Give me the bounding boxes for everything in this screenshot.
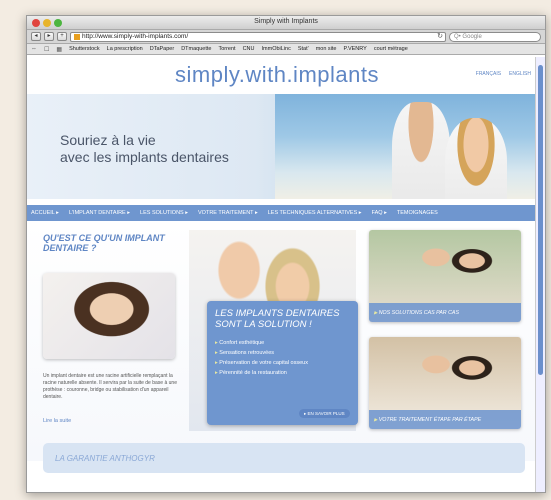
nav-temoignages[interactable]: TEMOIGNAGES — [397, 210, 438, 216]
couple-sofa-image — [409, 240, 499, 298]
main-content: Qu'est ce qu'un implant dentaire ? Un im… — [27, 221, 535, 473]
bookmark-item[interactable]: ImmObiLinc — [262, 46, 291, 52]
bookmark-item[interactable]: mon site — [316, 46, 337, 52]
solutions-card[interactable]: NOS SOLUTIONS CAS PAR CAS — [369, 230, 521, 322]
read-more-link[interactable]: Lire la suite — [43, 418, 71, 424]
bookmark-item[interactable]: P.VENRY — [343, 46, 366, 52]
scrollbar-thumb[interactable] — [538, 65, 543, 375]
solution-title: Les implants dentaires sont la solution … — [215, 308, 340, 330]
lang-english-link[interactable]: ENGLISH — [509, 71, 531, 77]
bookmarks-bar: ⇔ ☐ ▦ Shutterstock La prescription DTaPa… — [27, 44, 545, 55]
consultation-image — [409, 347, 499, 405]
question-text: Un implant dentaire est une racine artif… — [43, 373, 177, 400]
bookmark-item[interactable]: CNU — [243, 46, 255, 52]
treatment-card[interactable]: VOTRE TRAITEMENT ÉTAPE PAR ÉTAPE — [369, 337, 521, 429]
add-bookmark-button[interactable]: + — [57, 32, 67, 41]
guarantee-banner[interactable]: LA GARANTIE ANTHOGYR — [43, 443, 525, 473]
bookmark-item[interactable]: La prescription — [107, 46, 143, 52]
top-sites-icon[interactable]: ▦ — [56, 46, 62, 53]
bookmark-item[interactable]: DTaPaper — [150, 46, 174, 52]
hero-man-image — [392, 102, 450, 199]
treatment-card-caption: VOTRE TRAITEMENT ÉTAPE PAR ÉTAPE — [369, 410, 521, 429]
browser-toolbar: ◂ ▸ + http://www.simply-with-implants.co… — [27, 30, 545, 44]
title-bar: Simply with Implants — [27, 16, 545, 30]
nav-solutions[interactable]: LES SOLUTIONS ▸ — [140, 210, 188, 216]
solution-item: Sensations retrouvées — [215, 348, 350, 358]
search-field[interactable]: Q• Google — [449, 31, 541, 42]
bookmark-item[interactable]: Shutterstock — [69, 46, 100, 52]
site-header: simply.with.implants FRANÇAIS ENGLISH — [27, 57, 535, 94]
solution-item: Pérennité de la restauration — [215, 368, 350, 378]
language-switcher: FRANÇAIS ENGLISH — [476, 71, 531, 77]
bookmark-item[interactable]: Stat' — [298, 46, 309, 52]
bookmark-item[interactable]: Torrent — [218, 46, 235, 52]
bookmarks-book-icon[interactable]: ☐ — [44, 46, 49, 53]
question-title: Qu'est ce qu'un implant dentaire ? — [43, 233, 165, 253]
solution-list: Confort esthétique Sensations retrouvées… — [215, 338, 350, 378]
lang-french-link[interactable]: FRANÇAIS — [476, 71, 501, 77]
smiling-woman-image — [43, 273, 175, 359]
solution-box: Les implants dentaires sont la solution … — [207, 301, 358, 425]
bookmark-item[interactable]: DTmaquette — [181, 46, 211, 52]
hero-woman-image — [445, 118, 507, 199]
nav-techniques[interactable]: LES TECHNIQUES ALTERNATIVES ▸ — [268, 210, 362, 216]
browser-window: Simply with Implants ◂ ▸ + http://www.si… — [26, 15, 546, 493]
address-text: http://www.simply-with-implants.com/ — [82, 32, 189, 40]
forward-button[interactable]: ▸ — [44, 32, 54, 41]
nav-faq[interactable]: FAQ ▸ — [372, 210, 387, 216]
reload-icon[interactable]: ↻ — [437, 33, 443, 41]
solutions-card-caption: NOS SOLUTIONS CAS PAR CAS — [369, 303, 521, 322]
hero-line-2: avec les implants dentaires — [60, 149, 229, 165]
hero-tagline: Souriez à la vie avec les implants denta… — [60, 132, 229, 166]
web-page: simply.with.implants FRANÇAIS ENGLISH So… — [27, 57, 535, 492]
favicon-icon — [74, 33, 80, 40]
hero-line-1: Souriez à la vie — [60, 132, 156, 148]
learn-more-button[interactable]: ▸ EN SAVOIR PLUS — [299, 409, 350, 418]
window-title: Simply with Implants — [254, 18, 318, 25]
main-nav: ACCUEIL ▸ L'IMPLANT DENTAIRE ▸ LES SOLUT… — [27, 205, 535, 221]
back-button[interactable]: ◂ — [31, 32, 41, 41]
hero-banner: Souriez à la vie avec les implants denta… — [27, 94, 535, 199]
bookmark-item[interactable]: court métrage — [374, 46, 408, 52]
reading-list-icon[interactable]: ⇔ — [31, 46, 37, 52]
site-logo[interactable]: simply.with.implants — [175, 62, 379, 88]
address-bar[interactable]: http://www.simply-with-implants.com/ ↻ — [70, 31, 446, 42]
vertical-scrollbar[interactable] — [535, 57, 545, 492]
nav-traitement[interactable]: VOTRE TRAITEMENT ▸ — [198, 210, 258, 216]
solution-item: Préservation de votre capital osseux — [215, 358, 350, 368]
solution-item: Confort esthétique — [215, 338, 350, 348]
nav-implant[interactable]: L'IMPLANT DENTAIRE ▸ — [69, 210, 130, 216]
nav-accueil[interactable]: ACCUEIL ▸ — [31, 210, 59, 216]
